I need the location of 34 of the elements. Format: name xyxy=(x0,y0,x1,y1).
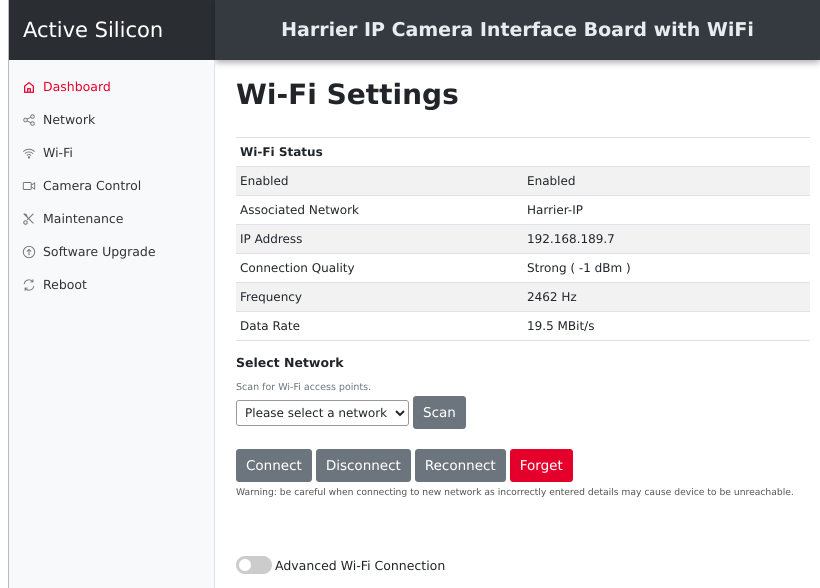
sidebar-item[interactable]: Camera Control xyxy=(9,169,214,202)
table-cell: 2462 Hz xyxy=(523,282,810,312)
action-button[interactable]: Connect xyxy=(236,449,312,482)
table-cell: 19.5 MBit/s xyxy=(523,312,810,340)
toggle-label: Advanced Wi-Fi Connection xyxy=(275,558,446,572)
table-cell: Frequency xyxy=(236,282,523,312)
hint-text: Scan for Wi-Fi access points. xyxy=(236,382,372,393)
tools-icon xyxy=(22,212,36,226)
network-select[interactable]: Please select a network xyxy=(236,400,409,426)
action-button[interactable]: Reconnect xyxy=(414,449,506,482)
section-heading: Select Network xyxy=(236,355,345,370)
danger-button[interactable]: Forget xyxy=(510,449,573,482)
toggle-switch[interactable] xyxy=(236,556,272,574)
table-cell: Enabled xyxy=(236,166,523,196)
table-cell: Data Rate xyxy=(236,312,523,340)
refresh-icon xyxy=(22,278,36,292)
share-icon xyxy=(22,112,36,126)
action-button[interactable]: Disconnect xyxy=(316,449,411,482)
sidebar-item[interactable]: Wi-Fi xyxy=(9,136,214,169)
table-cell: 192.168.189.7 xyxy=(523,224,810,254)
sidebar-item[interactable]: Network xyxy=(9,103,214,136)
warning-text: Warning: be careful when connecting to new network as incorrectly entered details may cause device to be unreachable. xyxy=(236,487,795,498)
sidebar-item[interactable]: Dashboard xyxy=(9,70,214,103)
scan-button[interactable]: Scan xyxy=(413,396,466,429)
table-cell: IP Address xyxy=(236,224,523,254)
page-title: Wi-Fi Settings xyxy=(236,78,460,111)
upload-icon xyxy=(22,244,36,258)
header-title: Harrier IP Camera Interface Board with WiFi xyxy=(215,0,820,60)
home-icon xyxy=(22,80,36,94)
sidebar-item[interactable]: Maintenance xyxy=(9,202,214,235)
sidebar-item[interactable]: Software Upgrade xyxy=(9,235,214,268)
table-cell: Enabled xyxy=(523,166,810,196)
sidebar-item[interactable]: Reboot xyxy=(9,268,214,301)
brand-title: Active Silicon xyxy=(9,0,215,60)
